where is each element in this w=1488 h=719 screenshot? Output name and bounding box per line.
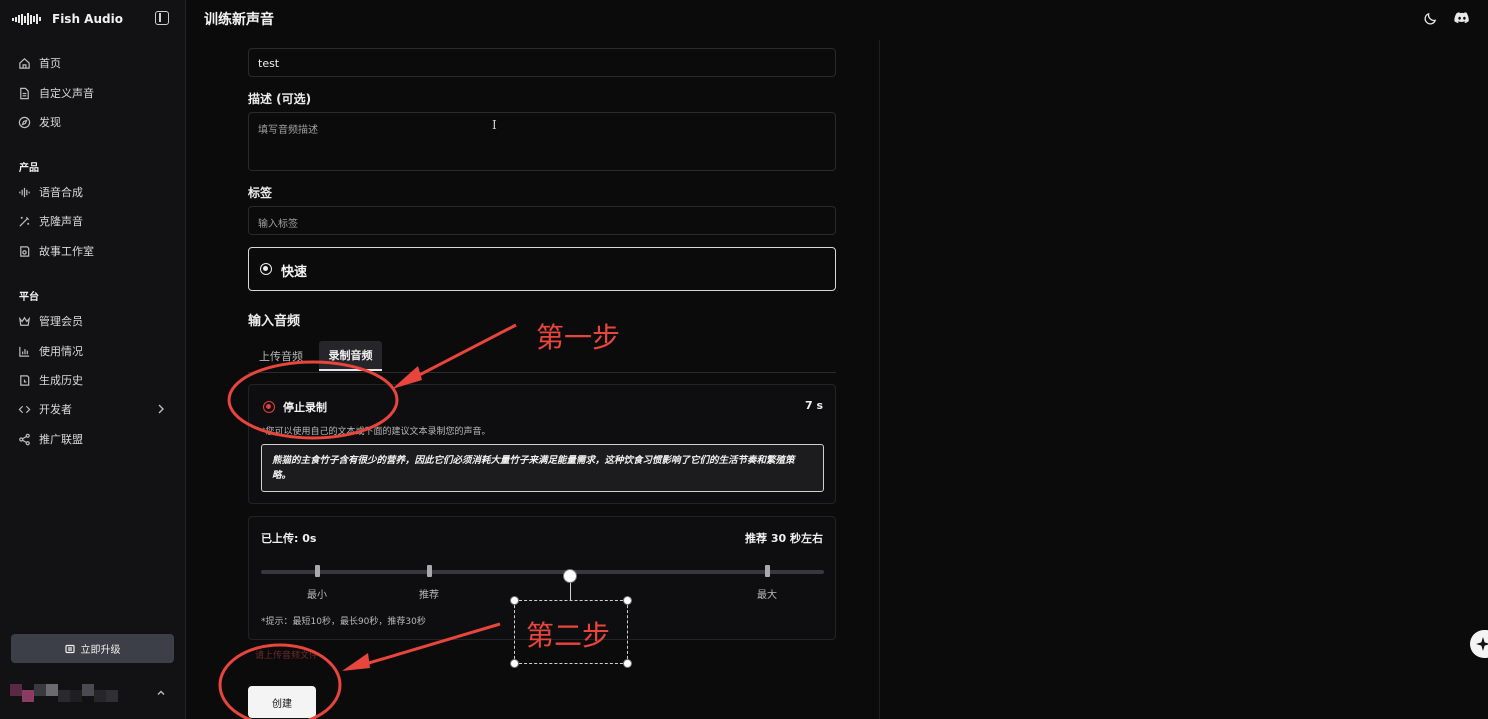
sidebar-item-tts[interactable]: 语音合成 (18, 182, 83, 202)
tags-label: 标签 (248, 186, 273, 200)
resize-handle-nw[interactable] (510, 596, 519, 605)
sidebar-item-developer[interactable]: 开发者 (18, 399, 72, 419)
tab-record-audio[interactable]: 录制音频 (319, 341, 382, 371)
tick-label-recommend: 推荐 (419, 590, 439, 601)
resize-handle-sw[interactable] (510, 659, 519, 668)
sidebar: Fish Audio 首页 自定义声音 发现 产品 语音合成 克隆声音 故事工作… (0, 0, 186, 719)
radio-selected-icon[interactable] (260, 263, 272, 275)
upgrade-label: 立即升级 (80, 645, 121, 656)
section-platform: 平台 (19, 292, 39, 303)
tick-label-max: 最大 (757, 590, 777, 601)
sidebar-item-label: 使用情况 (39, 345, 83, 358)
sidebar-item-history[interactable]: 生成历史 (18, 370, 83, 390)
tick-label-min: 最小 (307, 590, 327, 601)
code-icon (18, 403, 31, 416)
sidebar-item-usage[interactable]: 使用情况 (18, 341, 83, 361)
waveform-icon (18, 186, 31, 199)
arrow-step1 (399, 323, 517, 387)
selection-rotate-line (570, 582, 571, 600)
error-text: 请上传音频文件 (255, 651, 319, 661)
brand-name: Fish Audio (52, 12, 123, 26)
sidebar-item-discover[interactable]: 发现 (18, 112, 61, 132)
discord-icon[interactable] (1454, 11, 1470, 25)
sidebar-item-label: 开发者 (39, 403, 72, 416)
annotation-step1: 第一步 (536, 321, 621, 354)
recording-elapsed: 7 s (804, 399, 823, 412)
sidebar-item-label: 生成历史 (39, 374, 83, 387)
tags-input[interactable]: 输入标签 (248, 206, 836, 235)
upgrade-button[interactable]: 立即升级 (11, 634, 174, 663)
compass-icon (18, 116, 31, 129)
sidebar-item-label: 推广联盟 (39, 433, 83, 446)
avatar (10, 684, 118, 702)
sidebar-item-clone-voice[interactable]: 克隆声音 (18, 211, 83, 231)
book-icon (18, 245, 31, 258)
bar-chart-icon (18, 345, 31, 358)
resize-handle-se[interactable] (623, 659, 632, 668)
section-product: 产品 (19, 163, 39, 174)
share-icon (18, 433, 31, 446)
tab-upload-audio[interactable]: 上传音频 (251, 341, 311, 371)
voice-name-input[interactable]: test (248, 48, 836, 77)
resize-handle-ne[interactable] (623, 596, 632, 605)
audio-section-title: 输入音频 (248, 314, 301, 329)
description-textarea[interactable]: 填写音频描述 (248, 112, 836, 171)
brand[interactable]: Fish Audio (12, 10, 123, 28)
tab-divider (248, 372, 836, 373)
sidebar-item-label: 语音合成 (39, 186, 83, 199)
sidebar-item-label: 克隆声音 (39, 215, 83, 228)
arrow-step2-head (342, 653, 370, 671)
sparkle-floating-button[interactable] (1470, 630, 1488, 658)
moon-icon[interactable] (1423, 11, 1438, 26)
fish-audio-logo-icon (12, 13, 44, 25)
sidebar-item-affiliate[interactable]: 推广联盟 (18, 429, 83, 449)
sidebar-item-label: 发现 (39, 116, 61, 129)
recommended-duration: 推荐 30 秒左右 (745, 532, 823, 545)
annotation-step2: 第二步 (526, 619, 611, 652)
header: 训练新声音 (187, 0, 1488, 38)
duration-track (261, 570, 824, 574)
selection-rotate-handle[interactable] (563, 569, 577, 583)
duration-tip: *提示：最短10秒，最长90秒，推荐30秒 (261, 617, 426, 627)
sidebar-item-membership[interactable]: 管理会员 (18, 311, 83, 331)
sidebar-collapse-icon[interactable] (155, 11, 169, 25)
upgrade-icon (64, 644, 75, 653)
tick-recommend (427, 565, 432, 577)
content-divider (879, 40, 880, 719)
description-label: 描述 (可选) (248, 92, 312, 106)
chevron-up-icon[interactable] (156, 688, 166, 698)
uploaded-duration: 已上传: 0s (261, 532, 317, 545)
sidebar-item-label: 故事工作室 (39, 245, 94, 258)
create-button[interactable]: 创建 (248, 686, 316, 718)
text-cursor-icon: I (492, 118, 497, 132)
mode-label: 快速 (281, 265, 308, 280)
recording-hint: *您可以使用自己的文本或下面的建议文本录制您的声音。 (261, 427, 491, 437)
sidebar-item-home[interactable]: 首页 (18, 53, 61, 73)
page-title: 训练新声音 (204, 12, 274, 28)
tick-max (765, 565, 770, 577)
file-icon (18, 87, 31, 100)
tick-min (315, 565, 320, 577)
sidebar-item-label: 首页 (39, 57, 61, 70)
record-indicator-icon[interactable] (263, 401, 275, 413)
sidebar-item-custom-voices[interactable]: 自定义声音 (18, 83, 94, 103)
crown-icon (18, 315, 31, 328)
history-icon (18, 374, 31, 387)
record-panel: 停止录制 7 s *您可以使用自己的文本或下面的建议文本录制您的声音。 熊猫的主… (248, 384, 836, 504)
stop-recording-button[interactable]: 停止录制 (283, 399, 327, 415)
chevron-right-icon[interactable] (156, 403, 166, 415)
suggested-text-box: 熊猫的主食竹子含有很少的营养，因此它们必须消耗大量竹子来满足能量需求，这种饮食习… (261, 444, 824, 492)
home-icon (18, 57, 31, 70)
sidebar-item-label: 自定义声音 (39, 87, 94, 100)
mode-option-fast[interactable]: 快速 (248, 247, 836, 291)
sidebar-item-label: 管理会员 (39, 315, 83, 328)
user-profile[interactable] (10, 684, 176, 708)
magic-wand-icon (18, 215, 31, 228)
sparkle-icon (1476, 637, 1488, 651)
sidebar-item-story-studio[interactable]: 故事工作室 (18, 241, 94, 261)
